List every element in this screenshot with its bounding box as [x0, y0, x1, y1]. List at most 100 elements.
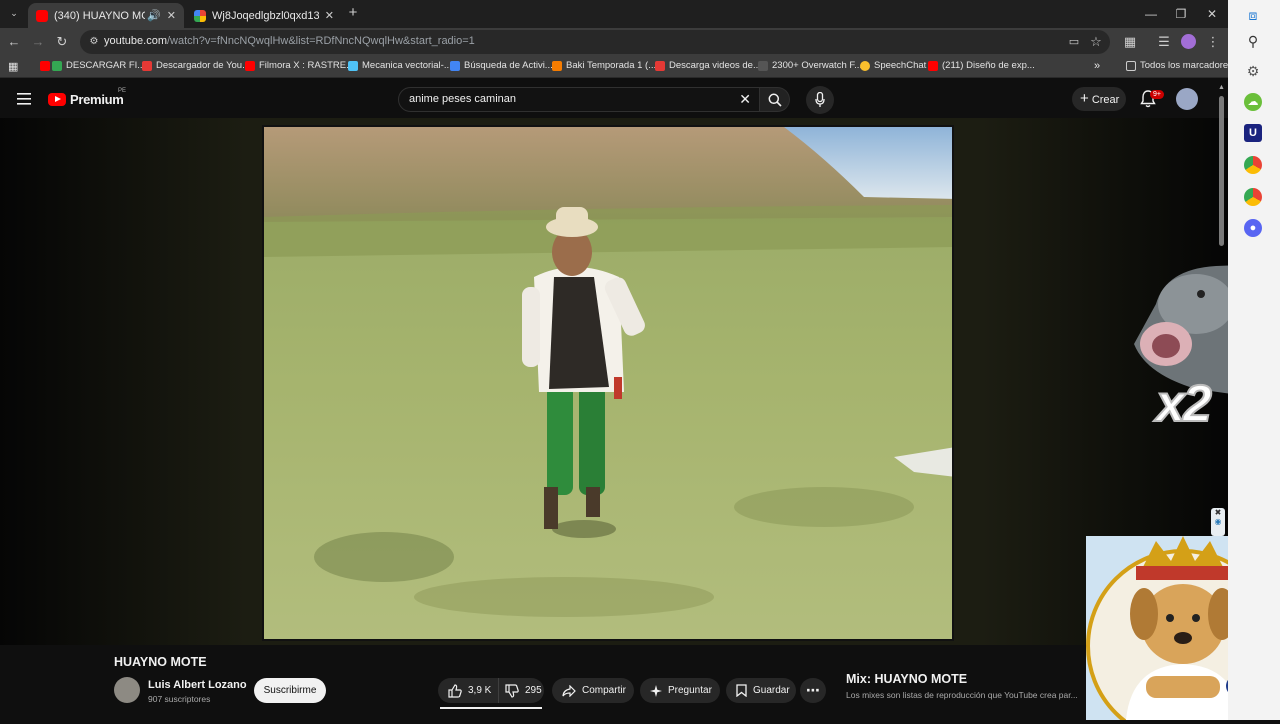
minimize-icon[interactable]: —: [1141, 5, 1161, 23]
windows-start-icon[interactable]: ⧈: [1244, 6, 1262, 24]
back-icon[interactable]: ←: [6, 34, 22, 50]
all-bookmarks[interactable]: Todos los marcadores: [1126, 60, 1233, 71]
address-bar[interactable]: ⚙ youtube.com/watch?v=fNncNQwqlHw&list=R…: [80, 30, 1110, 54]
bookmark-label: Descarga videos de...: [669, 60, 761, 71]
dislike-button[interactable]: 295: [498, 678, 544, 703]
account-avatar[interactable]: [1176, 88, 1198, 110]
tab-second[interactable]: Wj8Joqedlgbzl0qxd13frTb69m ✕: [186, 3, 342, 28]
bookmark-label: Filmora X : RASTRE...: [259, 60, 355, 71]
pip-controls[interactable]: ✖ ◉: [1211, 508, 1225, 536]
save-label: Guardar: [753, 685, 790, 696]
country-code: PE: [118, 88, 127, 94]
bookmark-item[interactable]: SpeechChat: [860, 60, 926, 71]
google-favicon-icon: [450, 60, 460, 71]
bookmarks-bar: ▦ DESCARGAR FI... Descargador de You... …: [0, 56, 1233, 78]
bookmark-item[interactable]: Baki Temporada 1 (...: [552, 60, 656, 71]
bookmark-item[interactable]: (211) Diseño de exp...: [928, 60, 1035, 71]
close-tab-icon[interactable]: ✕: [325, 9, 334, 22]
mix-panel[interactable]: Mix: HUAYNO MOTE Los mixes son listas de…: [836, 662, 1088, 722]
hamburger-menu-icon[interactable]: [17, 93, 31, 105]
video-still-image: [264, 127, 952, 639]
tab-search-icon[interactable]: ⌄: [6, 5, 22, 21]
new-tab-icon[interactable]: +: [345, 5, 361, 21]
search-icon: [768, 93, 782, 107]
search-input[interactable]: anime peses caminan ✕: [398, 87, 760, 112]
like-button[interactable]: 3,9 K: [438, 678, 498, 703]
speaker-icon[interactable]: 🔊: [147, 9, 161, 22]
youtube-premium-logo[interactable]: Premium PE: [48, 88, 126, 107]
menu-kebab-icon[interactable]: ⋮: [1205, 34, 1221, 50]
bookmark-item[interactable]: Descarga videos de...: [655, 60, 761, 71]
subscriber-count: 907 suscriptores: [148, 694, 211, 704]
bookmark-label: SpeechChat: [874, 60, 927, 71]
discord-icon[interactable]: ●: [1244, 219, 1262, 237]
voice-search-button[interactable]: [806, 86, 834, 114]
site-info-icon[interactable]: ⚙: [86, 34, 102, 50]
search-button[interactable]: [760, 87, 790, 112]
subscribe-button[interactable]: Suscribirme: [254, 678, 326, 703]
create-button[interactable]: + Crear: [1072, 87, 1126, 111]
tab-title: Wj8Joqedlgbzl0qxd13frTb69m: [212, 9, 319, 22]
pip-settings-icon[interactable]: ◉: [1211, 517, 1225, 526]
logo-text: Premium: [70, 92, 124, 107]
bookmark-item[interactable]: 2300+ Overwatch F...: [758, 60, 862, 71]
close-tab-icon[interactable]: ✕: [167, 9, 176, 22]
search-query: anime peses caminan: [409, 93, 517, 105]
scroll-thumb[interactable]: [1219, 96, 1224, 246]
close-window-icon[interactable]: ✕: [1202, 5, 1222, 23]
download-favicon-icon: [142, 60, 152, 71]
scroll-up-icon[interactable]: ▲: [1218, 84, 1225, 91]
restore-icon[interactable]: ❐: [1171, 5, 1191, 23]
url-host: youtube.com: [104, 35, 167, 47]
share-button[interactable]: Compartir: [552, 678, 634, 703]
forward-icon[interactable]: →: [30, 34, 46, 50]
create-label: Crear: [1091, 94, 1120, 106]
chrome-profile-icon[interactable]: [1244, 188, 1262, 206]
bookmark-item[interactable]: Mecanica vectorial-...: [348, 60, 452, 71]
settings-gear-icon[interactable]: ⚙: [1244, 62, 1262, 80]
cloud-app-icon[interactable]: ☁: [1244, 93, 1262, 111]
save-button[interactable]: Guardar: [726, 678, 796, 703]
more-actions-button[interactable]: ⋯: [800, 678, 826, 703]
u-app-icon[interactable]: U: [1244, 124, 1262, 142]
close-pip-icon[interactable]: ✖: [1211, 508, 1225, 517]
dislike-count: 295: [525, 685, 542, 696]
chrome-icon[interactable]: [1244, 156, 1262, 174]
reload-icon[interactable]: ↻: [54, 34, 70, 50]
media-control-icon[interactable]: ☰: [1156, 34, 1172, 50]
speechchat-favicon-icon: [860, 60, 870, 71]
feather-favicon-icon: [348, 60, 358, 71]
bookmark-star-icon[interactable]: ☆: [1088, 34, 1104, 50]
bookmark-label: Baki Temporada 1 (...: [566, 60, 657, 71]
channel-avatar[interactable]: [114, 677, 140, 703]
bookmark-favicon-icon: [40, 60, 50, 71]
checkbox-favicon-icon: [52, 60, 62, 71]
bookmark-item[interactable]: Búsqueda de Activi...: [450, 60, 553, 71]
apps-icon[interactable]: ▦: [8, 60, 18, 73]
bookmark-label: DESCARGAR FI...: [66, 60, 146, 71]
install-app-icon[interactable]: ▭: [1066, 34, 1082, 50]
tab-strip: ⌄ (340) HUAYNO MOTE - You 🔊 ✕ Wj8Joqedlg…: [0, 0, 1228, 28]
channel-name[interactable]: Luis Albert Lozano: [148, 679, 247, 691]
like-progress-bar: [440, 707, 542, 709]
video-frame[interactable]: [262, 125, 954, 641]
bookmark-item[interactable]: DESCARGAR FI...: [40, 60, 145, 71]
bookmark-label: Mecanica vectorial-...: [362, 60, 452, 71]
more-icon: ⋯: [806, 682, 820, 698]
extensions-icon[interactable]: ▦: [1122, 34, 1138, 50]
share-icon: [562, 684, 576, 697]
youtube-header: Premium PE anime peses caminan ✕ + Crear: [0, 80, 1228, 118]
ask-button[interactable]: Preguntar: [640, 678, 720, 703]
clear-search-icon[interactable]: ✕: [739, 91, 751, 108]
bookmark-item[interactable]: Filmora X : RASTRE...: [245, 60, 354, 71]
pinwheel-favicon-icon: [194, 9, 206, 22]
search-icon[interactable]: ⚲: [1244, 32, 1262, 50]
url-text: youtube.com/watch?v=fNncNQwqlHw&list=RDf…: [104, 35, 475, 47]
multiplier-label: x2: [1155, 374, 1213, 434]
windows-side-panel: ⧈ ⚲ ⚙ ☁ U ●: [1228, 0, 1280, 720]
bookmark-item[interactable]: Descargador de You...: [142, 60, 250, 71]
video-player[interactable]: [0, 118, 1228, 645]
more-bookmarks-icon[interactable]: »: [1094, 60, 1100, 72]
tab-youtube[interactable]: (340) HUAYNO MOTE - You 🔊 ✕: [28, 3, 184, 28]
profile-icon[interactable]: [1181, 34, 1196, 49]
